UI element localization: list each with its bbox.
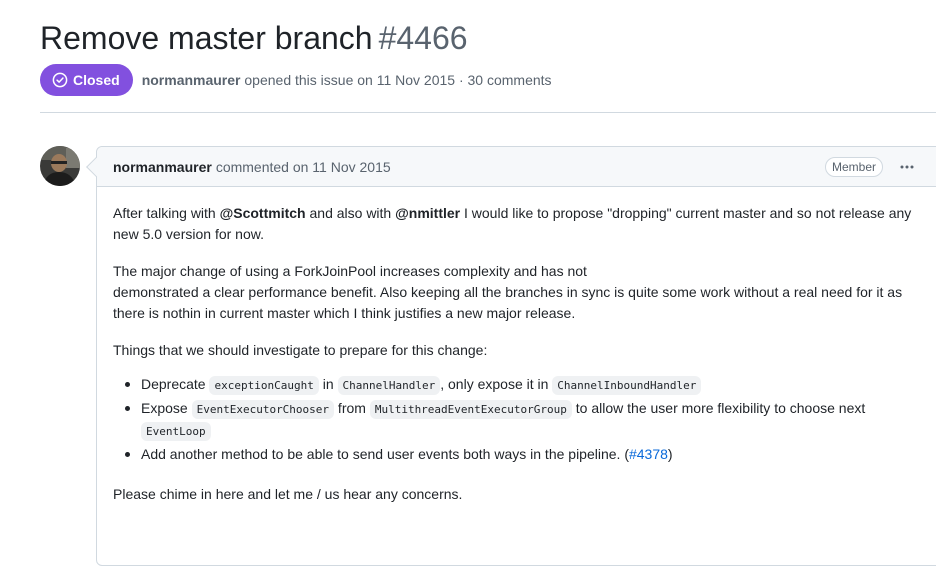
issue-opened-text: opened this issue on 11 Nov 2015 · 30 co… (244, 72, 552, 88)
code-span: ChannelInboundHandler (552, 376, 702, 395)
member-badge: Member (825, 157, 884, 177)
text: , only expose it in (440, 376, 553, 392)
mention-scottmitch[interactable]: @Scottmitch (220, 205, 306, 221)
issue-link-4378[interactable]: #4378 (629, 446, 668, 462)
paragraph-1: After talking with @Scottmitch and also … (113, 203, 923, 245)
code-span: MultithreadEventExecutorGroup (369, 400, 572, 419)
text: in (318, 376, 338, 392)
code-span: ChannelHandler (337, 376, 441, 395)
text: to allow the user more flexibility to ch… (571, 400, 866, 416)
avatar[interactable] (40, 146, 80, 186)
text: Deprecate (141, 376, 210, 392)
mention-nmittler[interactable]: @nmittler (395, 205, 460, 221)
paragraph-3: Things that we should investigate to pre… (113, 342, 488, 358)
text: After talking with (113, 205, 220, 221)
investigation-list: Deprecate exceptionCaught in ChannelHand… (113, 374, 923, 468)
comment-author-link[interactable]: normanmaurer (113, 159, 212, 175)
text: Expose (141, 400, 192, 416)
avatar-image (40, 146, 80, 186)
list-item: Expose EventExecutorChooser from Multith… (113, 398, 923, 444)
issue-title-row: Remove master branch #4466 (40, 16, 468, 60)
text: and also with (305, 205, 396, 221)
code-span: EventLoop (141, 422, 211, 441)
issue-author-link[interactable]: normanmaurer (142, 72, 241, 88)
text: ) (667, 446, 673, 462)
header-divider (40, 112, 936, 113)
state-label: Closed (73, 72, 120, 88)
comment-header: normanmaurer commented on 11 Nov 2015 Me… (97, 147, 936, 187)
list-item: Add another method to be able to send us… (113, 444, 923, 468)
text: Add another method to be able to send us… (141, 446, 629, 462)
list-item: Deprecate exceptionCaught in ChannelHand… (113, 374, 923, 398)
check-circle-icon (52, 72, 68, 88)
text: The major change of using a ForkJoinPool… (113, 263, 587, 279)
text: from (334, 400, 370, 416)
state-badge-closed: Closed (40, 64, 133, 96)
text: demonstrated a clear performance benefit… (113, 284, 903, 321)
kebab-horizontal-icon (900, 165, 914, 169)
comment-timestamp[interactable]: commented on 11 Nov 2015 (216, 159, 391, 175)
more-options-button[interactable] (891, 155, 923, 179)
code-span: exceptionCaught (209, 376, 319, 395)
paragraph-2: The major change of using a ForkJoinPool… (113, 261, 923, 324)
issue-meta: Closed normanmaurer opened this issue on… (40, 64, 552, 96)
paragraph-4: Please chime in here and let me / us hea… (113, 486, 463, 502)
comment-box: normanmaurer commented on 11 Nov 2015 Me… (96, 146, 936, 566)
issue-number: #4466 (378, 20, 468, 56)
code-span: EventExecutorChooser (191, 400, 335, 419)
issue-title: Remove master branch (40, 20, 373, 56)
issue-meta-text: normanmaurer opened this issue on 11 Nov… (142, 72, 552, 88)
